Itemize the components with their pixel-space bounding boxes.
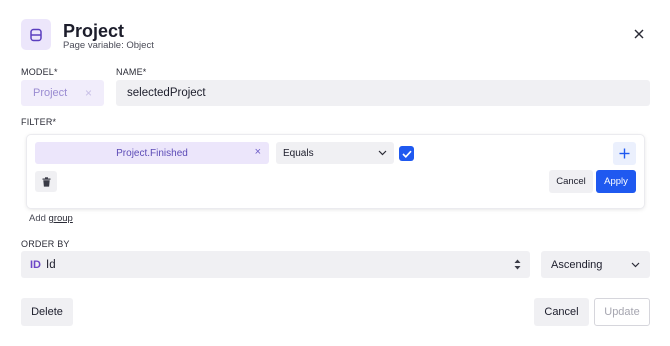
order-by-label: ORDER BY xyxy=(21,239,70,249)
database-icon xyxy=(30,28,42,41)
id-type-icon: ID xyxy=(30,258,41,271)
close-button[interactable] xyxy=(630,25,648,43)
cancel-button[interactable]: Cancel xyxy=(534,298,589,326)
model-value: Project xyxy=(33,87,68,99)
chevron-down-icon xyxy=(378,150,387,156)
page-subtitle: Page variable: Object xyxy=(63,40,154,51)
filter-field-clear-icon[interactable]: × xyxy=(255,146,261,158)
filter-field-select[interactable]: Project.Finished × xyxy=(35,142,269,164)
order-by-field-value: Id xyxy=(46,258,56,271)
model-clear-icon[interactable]: × xyxy=(85,86,92,100)
close-icon xyxy=(634,29,644,39)
database-icon-box xyxy=(21,19,51,50)
model-label: MODEL* xyxy=(21,67,58,77)
filter-field-value: Project.Finished xyxy=(116,147,188,159)
filter-apply-button[interactable]: Apply xyxy=(596,170,636,193)
delete-button[interactable]: Delete xyxy=(21,298,73,326)
filter-cancel-button[interactable]: Cancel xyxy=(549,170,593,193)
sort-arrows-icon xyxy=(514,259,521,270)
chevron-down-icon xyxy=(631,262,640,267)
order-by-field-select[interactable]: ID Id xyxy=(21,251,530,278)
order-direction-select[interactable]: Ascending xyxy=(541,251,650,278)
checkmark-icon xyxy=(401,150,412,158)
model-select[interactable]: Project × xyxy=(21,80,104,106)
page-title: Project xyxy=(63,21,125,41)
update-button[interactable]: Update xyxy=(594,298,650,326)
plus-icon xyxy=(619,148,630,159)
add-group-prefix: Add xyxy=(29,213,46,224)
add-group: Add group xyxy=(29,213,73,224)
trash-icon xyxy=(42,176,50,187)
add-group-link[interactable]: group xyxy=(49,213,73,224)
name-label: NAME* xyxy=(116,67,147,77)
filter-operator-select[interactable]: Equals xyxy=(276,142,394,164)
name-input[interactable] xyxy=(116,80,650,106)
filter-operator-value: Equals xyxy=(283,147,314,159)
delete-filter-button[interactable] xyxy=(35,171,57,192)
add-filter-rule-button[interactable] xyxy=(613,142,636,165)
order-direction-value: Ascending xyxy=(551,258,603,271)
filter-label: FILTER* xyxy=(21,117,57,127)
filter-value-checkbox[interactable] xyxy=(399,146,414,161)
